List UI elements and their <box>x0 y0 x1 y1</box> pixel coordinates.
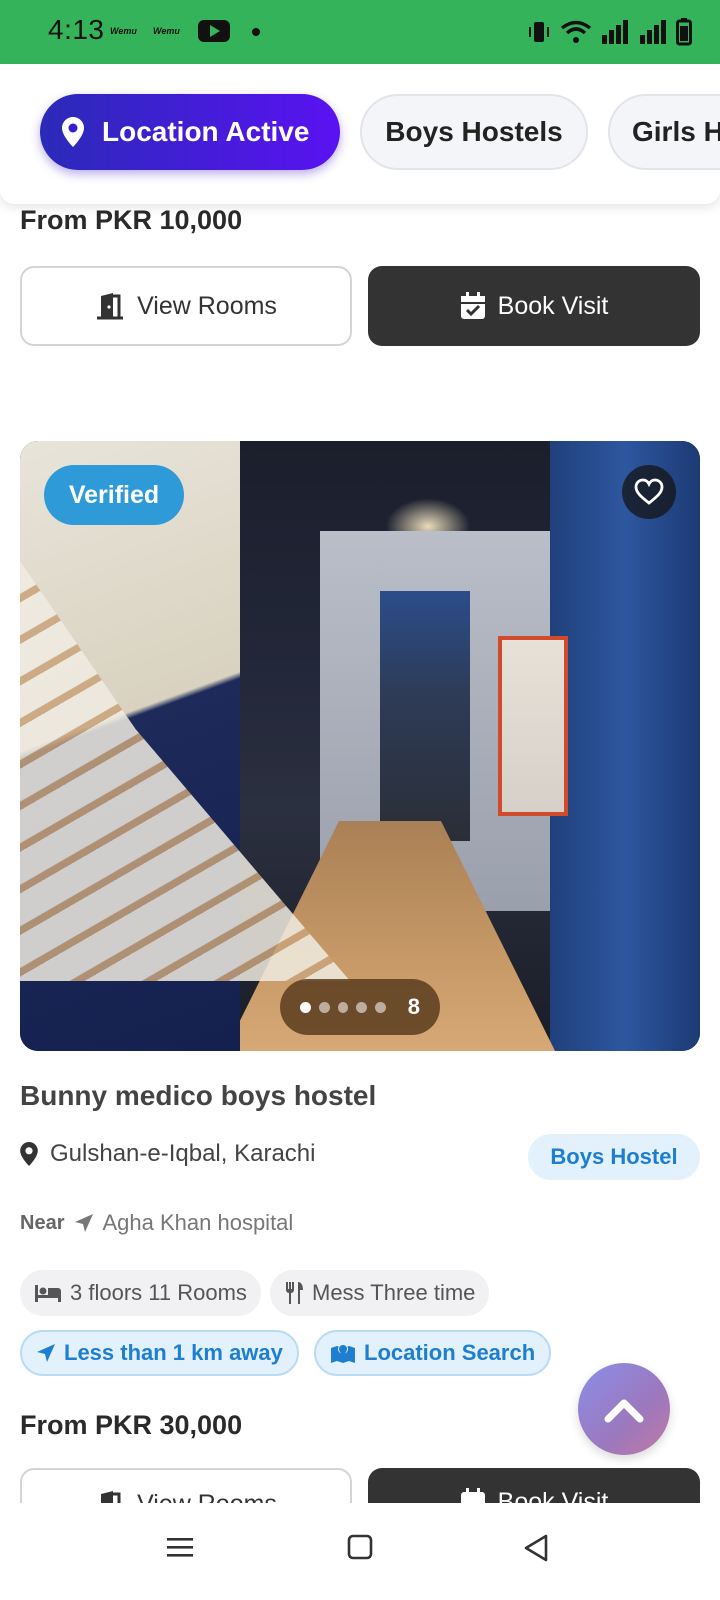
near-row: Near Agha Khan hospital <box>20 1210 293 1236</box>
filter-chips-bar: Location Active Boys Hostels Girls H <box>0 64 720 204</box>
scroll-to-top-button[interactable] <box>578 1363 670 1455</box>
listing-price: From PKR 30,000 <box>20 1410 243 1440</box>
bed-icon <box>35 1285 61 1302</box>
pager-dot <box>337 1001 349 1013</box>
vibrate-icon <box>529 22 549 42</box>
previous-book-visit-label: Book Visit <box>497 291 609 320</box>
photo-door <box>380 591 470 841</box>
status-time: 4:13 <box>48 14 105 45</box>
map-marked-icon <box>331 1344 355 1363</box>
rooms-text: 3 floors 11 Rooms <box>70 1280 247 1305</box>
menu-icon[interactable] <box>166 1533 194 1561</box>
chip-location-active-label: Location Active <box>102 116 310 147</box>
location-search-text: Location Search <box>364 1340 536 1365</box>
mess-text: Mess Three time <box>312 1280 476 1305</box>
pager-dot <box>318 1001 330 1013</box>
status-right-icons <box>526 16 692 48</box>
photo-sign <box>498 636 568 816</box>
signal-icon <box>602 20 628 44</box>
wifi-icon <box>560 20 592 43</box>
back-triangle-icon[interactable] <box>522 1533 550 1563</box>
chip-boys-hostels-label: Boys Hostels <box>385 116 563 147</box>
youtube-icon <box>198 20 230 42</box>
location-arrow-icon <box>37 1344 55 1362</box>
location-arrow-icon <box>75 1214 94 1232</box>
door-icon <box>97 293 124 320</box>
location-search-pill[interactable]: Location Search <box>314 1330 552 1376</box>
previous-view-rooms-label: View Rooms <box>137 291 277 320</box>
hostel-title[interactable]: Bunny medico boys hostel <box>20 1080 376 1112</box>
map-pin-icon <box>62 117 84 147</box>
rooms-pill: 3 floors 11 Rooms <box>20 1270 261 1316</box>
previous-listing-price: From PKR 10,000 <box>20 205 243 235</box>
previous-book-visit-button[interactable]: Book Visit <box>368 266 700 346</box>
previous-view-rooms-button[interactable]: View Rooms <box>20 266 352 346</box>
chip-location-active[interactable]: Location Active <box>40 94 340 170</box>
more-notifications-dot-icon <box>252 28 260 36</box>
chevron-up-icon <box>604 1399 644 1423</box>
near-label: Near <box>20 1211 65 1234</box>
pager-dot <box>375 1001 386 1013</box>
hostel-type-badge: Boys Hostel <box>528 1134 700 1180</box>
wemu-notification-icon-2: Wemu <box>153 26 180 36</box>
chip-girls-hostels-label: Girls H <box>632 116 720 147</box>
wemu-notification-icon: Wemu <box>110 26 137 36</box>
distance-text: Less than 1 km away <box>64 1340 283 1365</box>
hostel-photo-carousel[interactable]: Verified 8 <box>20 441 700 1051</box>
status-bar: 4:13 Wemu Wemu <box>0 0 720 64</box>
favorite-button[interactable] <box>622 465 676 519</box>
screen: 4:13 Wemu Wemu Location Active Boys Host… <box>0 0 720 1600</box>
location-row: Gulshan-e-Iqbal, Karachi <box>20 1140 315 1168</box>
chip-boys-hostels[interactable]: Boys Hostels <box>360 94 588 170</box>
calendar-check-icon <box>460 292 485 319</box>
verified-badge: Verified <box>44 465 184 525</box>
location-text: Gulshan-e-Iqbal, Karachi <box>50 1140 316 1167</box>
photo-wall-right <box>550 441 700 1051</box>
photo-pager: 8 <box>280 979 440 1035</box>
pager-dot-active <box>300 1001 311 1013</box>
near-place: Agha Khan hospital <box>102 1210 294 1235</box>
utensils-icon <box>286 1282 303 1304</box>
mess-pill: Mess Three time <box>270 1270 490 1316</box>
battery-icon <box>676 18 692 46</box>
photo-count: 8 <box>407 994 420 1019</box>
map-pin-icon <box>20 1142 38 1166</box>
home-square-icon[interactable] <box>346 1533 374 1561</box>
chip-girls-hostels[interactable]: Girls H <box>608 94 720 170</box>
system-nav-bar <box>0 1503 720 1600</box>
distance-pill[interactable]: Less than 1 km away <box>20 1330 299 1376</box>
pager-dot <box>356 1001 367 1013</box>
signal-icon-2 <box>640 20 666 44</box>
heart-icon <box>634 478 664 505</box>
